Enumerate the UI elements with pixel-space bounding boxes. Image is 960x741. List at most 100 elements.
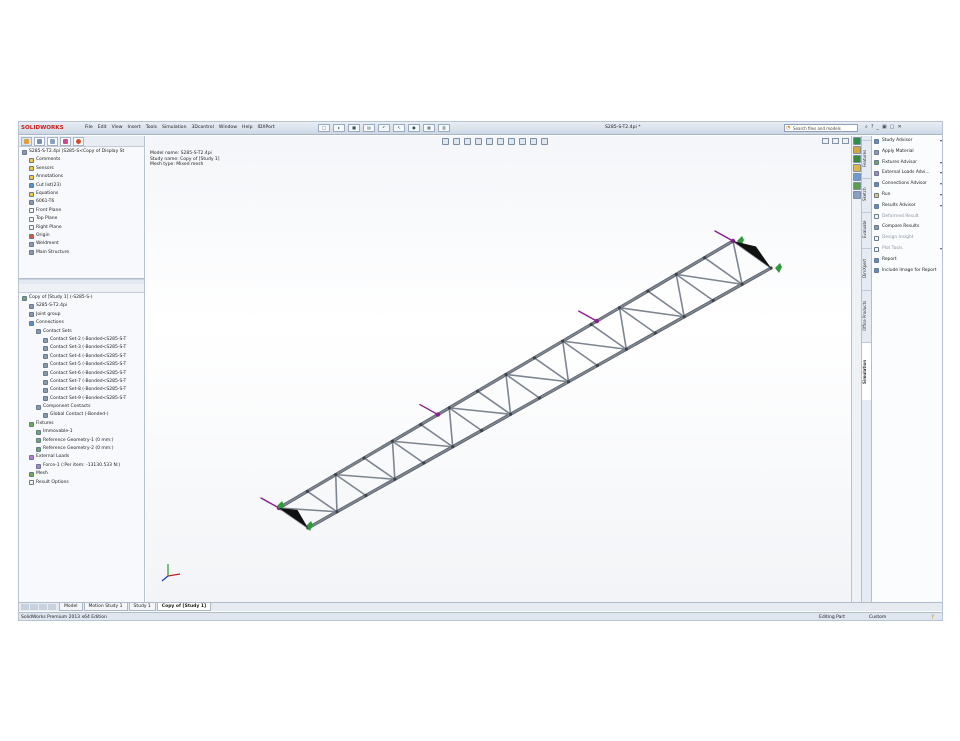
close-icon[interactable]: ✕ (897, 124, 901, 130)
study-tree-item[interactable]: Contact Set-2 (-Bonded<S285-S-T (21, 336, 142, 344)
dimxpert-tab-icon[interactable] (60, 137, 71, 146)
menu-view[interactable]: View (112, 125, 123, 130)
advisor-item[interactable]: External Loads Advi... ▾ (872, 168, 942, 179)
menu-edit[interactable]: Edit (98, 125, 107, 130)
study-filter-bar[interactable] (19, 284, 144, 293)
file-properties-icon[interactable]: ▦ (423, 124, 435, 132)
custom-properties-icon[interactable] (853, 182, 861, 190)
study-tree-item[interactable]: Force-1 (:Per item: -13130.533 N:) (21, 462, 142, 470)
study-tree-item[interactable]: External Loads (21, 453, 142, 461)
view-palette-icon[interactable] (853, 164, 861, 172)
search-box[interactable]: ◔ Search files and models (784, 124, 858, 132)
part-tree-item[interactable]: Top Plane (21, 215, 142, 223)
appearances-icon[interactable] (853, 173, 861, 181)
menu-simulation[interactable]: Simulation (162, 125, 186, 130)
advisor-item[interactable]: Report (872, 255, 942, 266)
study-tree-item[interactable]: Contact Set-5 (-Bonded<S285-S-T (21, 361, 142, 369)
part-tree-item[interactable]: Annotations (21, 173, 142, 181)
part-tree-item[interactable]: Cut list(23) (21, 182, 142, 190)
advisor-item[interactable]: Apply Material (872, 147, 942, 158)
dropdown-arrow-icon[interactable]: ▾ (940, 158, 942, 169)
restore-icon[interactable]: ▣ (882, 124, 887, 130)
model-tab[interactable]: Motion Study 1 (83, 603, 128, 611)
part-tree-item[interactable]: S285-S-T2.4pi (S285-S<Copy of Display St (21, 148, 142, 156)
open-icon[interactable]: ▸ (333, 124, 345, 132)
menu-tools[interactable]: Tools (146, 125, 157, 130)
configurationmanager-tab-icon[interactable] (47, 137, 58, 146)
file-explorer-icon[interactable] (853, 155, 861, 163)
study-tree-item[interactable]: Immovable-1 (21, 428, 142, 436)
options-icon[interactable]: ▥ (438, 124, 450, 132)
propertymanager-tab-icon[interactable] (34, 137, 45, 146)
advisor-item[interactable]: Study Advisor ▾ (872, 136, 942, 147)
advisor-item[interactable]: Plot Tools ▾ (872, 244, 942, 255)
study-tree-item[interactable]: Contact Set-4 (-Bonded<S285-S-T (21, 353, 142, 361)
maximize-icon[interactable]: ▢ (890, 124, 895, 130)
study-tree-item[interactable]: Mesh (21, 470, 142, 478)
new-document-icon[interactable]: □ (318, 124, 330, 132)
part-tree-item[interactable]: Right Plane (21, 224, 142, 232)
quick-tips-icon[interactable]: ? (931, 613, 934, 620)
help-icon[interactable]: ? (871, 124, 874, 130)
model-tab[interactable]: Copy of [Study 1] (156, 603, 212, 611)
truss-model[interactable] (146, 136, 861, 607)
last-tab-icon[interactable] (48, 604, 56, 610)
undo-icon[interactable]: ↶ (378, 124, 390, 132)
part-tree-item[interactable]: Front Plane (21, 207, 142, 215)
study-tree-item[interactable]: Connections (21, 319, 142, 327)
part-tree-item[interactable]: Weldment (21, 240, 142, 248)
part-tree-item[interactable]: Sensors (21, 165, 142, 173)
menu-3dcontrol[interactable]: 3Dcontrol (192, 125, 214, 130)
advisor-item[interactable]: Compare Results (872, 222, 942, 233)
dropdown-arrow-icon[interactable]: ▾ (940, 190, 942, 201)
advisor-item[interactable]: Fixtures Advisor ▾ (872, 158, 942, 169)
part-tree-item[interactable]: Equations (21, 190, 142, 198)
prev-tab-icon[interactable] (30, 604, 38, 610)
study-tree-item[interactable]: Copy of [Study 1] (-S285-S-) (21, 294, 142, 302)
search-go-icon[interactable]: ⌕ (865, 124, 868, 130)
study-tree-item[interactable]: Global Contact (-Bonded-) (21, 411, 142, 419)
menu-help[interactable]: Help (242, 125, 252, 130)
dropdown-arrow-icon[interactable]: ▾ (940, 136, 942, 147)
model-tab[interactable]: Study 1 (128, 603, 156, 611)
part-tree-item[interactable]: Main Structure (21, 249, 142, 257)
study-tree-item[interactable]: Contact Set-6 (-Bonded<S285-S-T (21, 370, 142, 378)
study-tree-item[interactable]: Contact Set-7 (-Bonded<S285-S-T (21, 378, 142, 386)
print-icon[interactable]: ▤ (363, 124, 375, 132)
graphics-area[interactable]: Model name: S285-S-T2.4pi Study name: Co… (146, 136, 869, 607)
rebuild-icon[interactable]: ● (408, 124, 420, 132)
select-icon[interactable]: ↖ (393, 124, 405, 132)
advisor-item[interactable]: Deformed Result (872, 212, 942, 223)
study-tree-item[interactable]: Contact Set-9 (-Bonded<S285-S-T (21, 395, 142, 403)
part-tree-item[interactable]: Origin (21, 232, 142, 240)
next-tab-icon[interactable] (39, 604, 47, 610)
study-tree-item[interactable]: Contact Set-3 (-Bonded<S285-S-T (21, 344, 142, 352)
study-tree-item[interactable]: Contact Set-8 (-Bonded<S285-S-T (21, 386, 142, 394)
solidworks-logo[interactable]: SOLIDWORKS (21, 125, 64, 131)
first-tab-icon[interactable] (21, 604, 29, 610)
featuremanager-tab-icon[interactable] (21, 137, 32, 146)
study-tree-item[interactable]: Fixtures (21, 420, 142, 428)
menu-insert[interactable]: Insert (128, 125, 141, 130)
dropdown-arrow-icon[interactable]: ▾ (940, 201, 942, 212)
forum-icon[interactable] (853, 191, 861, 199)
design-library-icon[interactable] (853, 146, 861, 154)
advisor-item[interactable]: Design Insight (872, 233, 942, 244)
unit-system-selector[interactable]: Custom (869, 613, 886, 620)
save-icon[interactable]: ■ (348, 124, 360, 132)
dropdown-arrow-icon[interactable]: ▾ (940, 179, 942, 190)
dropdown-arrow-icon[interactable]: ▾ (940, 168, 942, 179)
study-tree-item[interactable]: Result Options (21, 479, 142, 487)
part-tree-item[interactable]: Comments (21, 156, 142, 164)
study-tree-item[interactable]: Component Contacts (21, 403, 142, 411)
advisor-item[interactable]: Run ▾ (872, 190, 942, 201)
advisor-item[interactable]: Include Image for Report (872, 266, 942, 277)
dropdown-arrow-icon[interactable]: ▾ (940, 244, 942, 255)
menu-file[interactable]: File (85, 125, 93, 130)
advisor-item[interactable]: Results Advisor ▾ (872, 201, 942, 212)
model-tab[interactable]: Model (59, 603, 83, 611)
study-tree-item[interactable]: S285-S-T2.4pi (21, 302, 142, 310)
menu-idxport[interactable]: IDXPort (258, 125, 275, 130)
advisor-item[interactable]: Connections Advisor ▾ (872, 179, 942, 190)
part-tree-item[interactable]: 6061-T6 (21, 198, 142, 206)
